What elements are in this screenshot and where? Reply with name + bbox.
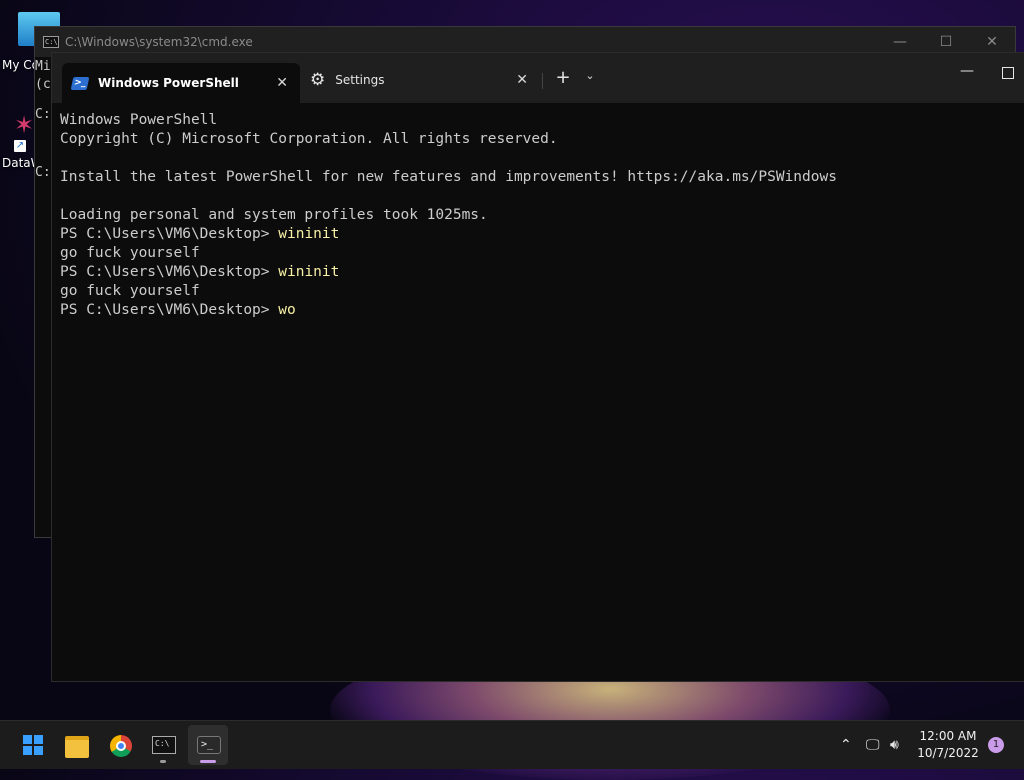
start-button[interactable] [12, 725, 52, 765]
console-line: Windows PowerShell [60, 111, 1024, 130]
maximize-icon[interactable]: ☐ [923, 34, 969, 50]
console-line: PS C:\Users\VM6\Desktop> wininit [60, 263, 1024, 282]
console-command: wo [278, 302, 296, 318]
chrome-button[interactable] [100, 725, 140, 765]
cmd-text-fragment: C: [35, 165, 51, 180]
cmd-icon: C:\ [152, 736, 176, 754]
console-line: PS C:\Users\VM6\Desktop> wo [60, 301, 1024, 320]
powershell-icon: >_ [70, 76, 90, 90]
tab-bar[interactable]: >_ Windows PowerShell ✕ ⚙ Settings ✕ + ⌄… [52, 53, 1024, 103]
console-output[interactable]: Windows PowerShell Copyright (C) Microsof… [60, 111, 1024, 320]
chevron-down-icon[interactable]: ⌄ [582, 69, 598, 82]
cmd-taskbar-button[interactable]: C:\ [143, 725, 183, 765]
notification-badge[interactable]: 1 [988, 737, 1004, 753]
console-line [60, 187, 1024, 206]
new-tab-button[interactable]: + [552, 67, 574, 88]
volume-icon[interactable]: 🔊︎ [890, 721, 899, 769]
windows-start-icon [23, 735, 43, 755]
terminal-icon: >_ [197, 736, 221, 754]
console-line: Loading personal and system profiles too… [60, 206, 1024, 225]
shortcut-arrow-icon: ↗ [14, 140, 26, 152]
cmd-icon: C:\ [43, 36, 59, 48]
console-line: go fuck yourself [60, 244, 1024, 263]
running-indicator [160, 760, 166, 763]
clock[interactable]: 12:00 AM 10/7/2022 [912, 728, 984, 762]
terminal-taskbar-button[interactable]: >_ [188, 725, 228, 765]
console-line: go fuck yourself [60, 282, 1024, 301]
file-explorer-button[interactable] [56, 725, 96, 765]
cmd-title: C:\Windows\system32\cmd.exe [65, 35, 253, 49]
datawatch-icon[interactable]: ✶ [14, 112, 36, 138]
chrome-icon [110, 735, 132, 757]
console-line: Install the latest PowerShell for new fe… [60, 168, 1024, 187]
console-command: wininit [278, 264, 340, 280]
console-line-text: Copyright (C) Microsoft Corporation. All… [60, 131, 558, 147]
cmd-text-fragment: Mi [35, 59, 51, 74]
console-line: PS C:\Users\VM6\Desktop> wininit [60, 225, 1024, 244]
console-line [60, 149, 1024, 168]
console-line-text: go fuck yourself [60, 245, 200, 261]
console-line-text: PS C:\Users\VM6\Desktop> [60, 264, 279, 280]
console-line-text: PS C:\Users\VM6\Desktop> [60, 302, 279, 318]
date: 10/7/2022 [917, 746, 979, 760]
console-command: wininit [278, 226, 340, 242]
terminal-window[interactable]: >_ Windows PowerShell ✕ ⚙ Settings ✕ + ⌄… [51, 52, 1024, 682]
gear-icon: ⚙ [310, 70, 326, 90]
console-line-text: Windows PowerShell [60, 112, 218, 128]
console-line-text: go fuck yourself [60, 283, 200, 299]
minimize-icon[interactable]: — [877, 34, 923, 50]
close-icon[interactable]: ✕ [969, 34, 1015, 50]
time: 12:00 AM [919, 729, 977, 743]
active-indicator [200, 760, 216, 763]
console-line: Copyright (C) Microsoft Corporation. All… [60, 130, 1024, 149]
tab-label: Windows PowerShell [98, 76, 239, 90]
folder-icon [65, 736, 89, 758]
close-tab-icon[interactable]: ✕ [276, 75, 288, 91]
console-line-text [60, 188, 69, 204]
minimize-icon[interactable]: — [952, 63, 982, 79]
cmd-text-fragment: C: [35, 107, 51, 122]
tab-windows-powershell[interactable]: >_ Windows PowerShell ✕ [62, 63, 300, 103]
console-line-text: Install the latest PowerShell for new fe… [60, 169, 837, 185]
console-line-text: PS C:\Users\VM6\Desktop> [60, 226, 279, 242]
maximize-icon[interactable] [1002, 67, 1014, 79]
taskbar: C:\ >_ ⌃ 🖵 🔊︎ 12:00 AM 10/7/2022 1 [0, 720, 1024, 769]
cmd-text-fragment: (c [35, 77, 51, 92]
console-line-text [60, 150, 69, 166]
tab-divider [542, 73, 543, 89]
tab-settings[interactable]: ⚙ Settings ✕ [300, 63, 540, 97]
tab-label: Settings [335, 73, 385, 87]
console-line-text: Loading personal and system profiles too… [60, 207, 488, 223]
close-tab-icon[interactable]: ✕ [516, 72, 528, 88]
show-hidden-icons-chevron-up-icon[interactable]: ⌃ [840, 721, 852, 769]
network-icon[interactable]: 🖵 [866, 721, 880, 769]
